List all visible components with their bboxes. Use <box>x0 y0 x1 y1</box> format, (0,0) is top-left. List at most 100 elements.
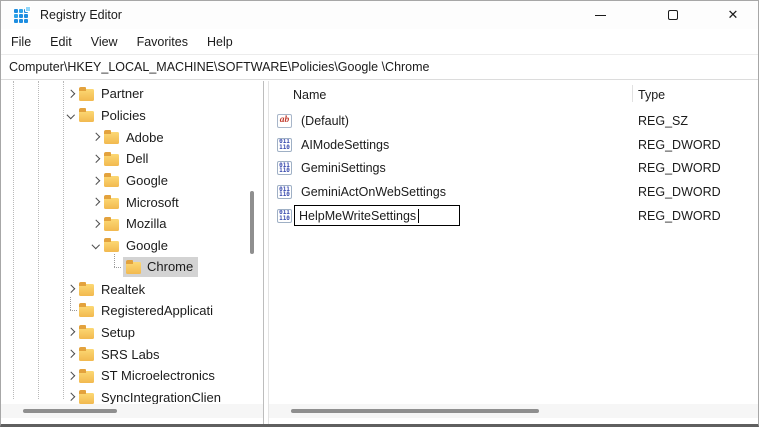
tree-item-chrome[interactable]: Chrome <box>1 253 263 279</box>
chevron-right-icon[interactable] <box>88 216 104 232</box>
tree-item-label: Chrome <box>147 259 194 275</box>
tree-item-label: Adobe <box>126 129 164 145</box>
chevron-right-icon[interactable] <box>63 346 79 362</box>
selected-tree-item[interactable]: Chrome <box>123 257 199 278</box>
tree-item-label: Google <box>126 173 168 189</box>
chevron-right-icon[interactable] <box>63 368 79 384</box>
tree-item-srs-labs[interactable]: SRS Labs <box>1 343 263 365</box>
menu-favorites[interactable]: Favorites <box>137 32 188 52</box>
value-name: GeminiActOnWebSettings <box>301 184 446 199</box>
menu-edit[interactable]: Edit <box>50 32 72 52</box>
folder-icon <box>104 216 119 231</box>
chevron-right-icon[interactable] <box>63 281 79 297</box>
value-name: (Default) <box>301 113 349 128</box>
tree-item-label: RegisteredApplicati <box>101 303 214 319</box>
value-name: AIModeSettings <box>301 137 390 152</box>
chevron-right-icon[interactable] <box>63 324 79 340</box>
folder-icon <box>104 151 119 166</box>
registry-editor-window: Registry Editor ✕ File Edit View Favorit… <box>0 0 759 427</box>
tree-item-label: SRS Labs <box>101 346 160 362</box>
tree-item-label: Google <box>126 238 168 254</box>
value-row-helpmewritesettings[interactable]: 011 110 HelpMeWriteSettings REG_DWORD <box>269 204 758 228</box>
menu-bar: File Edit View Favorites Help <box>1 29 758 54</box>
text-caret <box>418 208 420 223</box>
close-button[interactable]: ✕ <box>710 1 756 29</box>
address-bar[interactable]: Computer\HKEY_LOCAL_MACHINE\SOFTWARE\Pol… <box>1 54 758 80</box>
chevron-right-icon[interactable] <box>88 173 104 189</box>
minimize-button[interactable] <box>577 1 623 29</box>
folder-icon <box>79 303 94 318</box>
menu-help[interactable]: Help <box>207 32 233 52</box>
tree-vertical-scrollbar-thumb[interactable] <box>250 191 254 254</box>
list-horizontal-scrollbar[interactable] <box>269 404 758 418</box>
folder-icon <box>79 86 94 101</box>
folder-icon <box>104 238 119 253</box>
chevron-right-icon[interactable] <box>88 151 104 167</box>
folder-icon <box>79 346 94 361</box>
registry-path: Computer\HKEY_LOCAL_MACHINE\SOFTWARE\Pol… <box>9 60 430 74</box>
tree-item-adobe[interactable]: Adobe <box>1 126 263 148</box>
dword-value-icon: 011 110 <box>277 137 292 152</box>
folder-icon <box>104 173 119 188</box>
value-type: REG_DWORD <box>638 208 721 223</box>
chevron-down-icon[interactable] <box>88 238 104 254</box>
registry-tree: Partner Policies Adobe Dell Google Micro… <box>1 83 263 408</box>
menu-file[interactable]: File <box>11 32 31 52</box>
value-type: REG_DWORD <box>638 137 721 152</box>
folder-icon <box>104 195 119 210</box>
folder-icon <box>104 130 119 144</box>
tree-item-registeredapplications[interactable]: RegisteredApplicati <box>1 296 263 322</box>
tree-horizontal-scrollbar[interactable] <box>1 404 263 418</box>
tree-item-partner[interactable]: Partner <box>1 83 263 105</box>
folder-icon <box>126 259 141 274</box>
list-header: Name Type <box>269 81 758 109</box>
tree-item-microsoft[interactable]: Microsoft <box>1 191 263 213</box>
values-pane: Name Type ab (Default) REG_SZ 011 110 AIM… <box>269 81 758 424</box>
tree-horizontal-scrollbar-thumb[interactable] <box>23 409 117 413</box>
tree-item-st-microelectronics[interactable]: ST Microelectronics <box>1 365 263 387</box>
tree-connector <box>63 296 79 322</box>
chevron-right-icon[interactable] <box>88 129 104 145</box>
tree-item-setup[interactable]: Setup <box>1 322 263 344</box>
tree-item-policies[interactable]: Policies <box>1 105 263 127</box>
chevron-right-icon[interactable] <box>63 86 79 102</box>
value-type: REG_DWORD <box>638 161 721 176</box>
window-title: Registry Editor <box>40 8 122 22</box>
list-horizontal-scrollbar-thumb[interactable] <box>291 409 539 413</box>
value-row-aimodesettings[interactable]: 011 110 AIModeSettings REG_DWORD <box>269 133 758 157</box>
folder-icon <box>79 281 94 296</box>
value-name-edit-field[interactable]: HelpMeWriteSettings <box>294 205 460 227</box>
folder-icon <box>79 108 94 123</box>
menu-view[interactable]: View <box>91 32 118 52</box>
tree-item-label: Microsoft <box>126 194 179 210</box>
value-name-editing: HelpMeWriteSettings <box>299 208 417 223</box>
folder-icon <box>79 368 94 383</box>
column-divider[interactable] <box>632 85 633 102</box>
string-value-icon: ab <box>277 113 292 128</box>
tree-item-dell[interactable]: Dell <box>1 148 263 170</box>
tree-item-label: Realtek <box>101 281 146 297</box>
tree-item-label: Mozilla <box>126 216 167 232</box>
tree-item-label: SyncIntegrationClien <box>101 389 221 405</box>
tree-item-mozilla[interactable]: Mozilla <box>1 213 263 235</box>
value-row-geminiactonwebsettings[interactable]: 011 110 GeminiActOnWebSettings REG_DWORD <box>269 180 758 204</box>
value-type: REG_DWORD <box>638 184 721 199</box>
tree-item-label: Partner <box>101 86 144 102</box>
value-type: REG_SZ <box>638 113 689 128</box>
value-row-default[interactable]: ab (Default) REG_SZ <box>269 109 758 133</box>
tree-item-google-space[interactable]: Google <box>1 235 263 257</box>
maximize-button[interactable] <box>650 1 696 29</box>
folder-icon <box>79 325 94 340</box>
tree-item-google[interactable]: Google <box>1 170 263 192</box>
value-row-geminisettings[interactable]: 011 110 GeminiSettings REG_DWORD <box>269 156 758 180</box>
folder-icon <box>79 390 94 405</box>
chevron-down-icon[interactable] <box>63 108 79 124</box>
registry-editor-app-icon <box>14 6 31 23</box>
column-header-name[interactable]: Name <box>293 88 326 102</box>
column-header-type[interactable]: Type <box>638 88 665 102</box>
tree-connector <box>107 253 123 279</box>
value-name: GeminiSettings <box>301 161 386 176</box>
chevron-right-icon[interactable] <box>88 194 104 210</box>
tree-item-realtek[interactable]: Realtek <box>1 278 263 300</box>
title-bar: Registry Editor ✕ <box>1 1 758 29</box>
